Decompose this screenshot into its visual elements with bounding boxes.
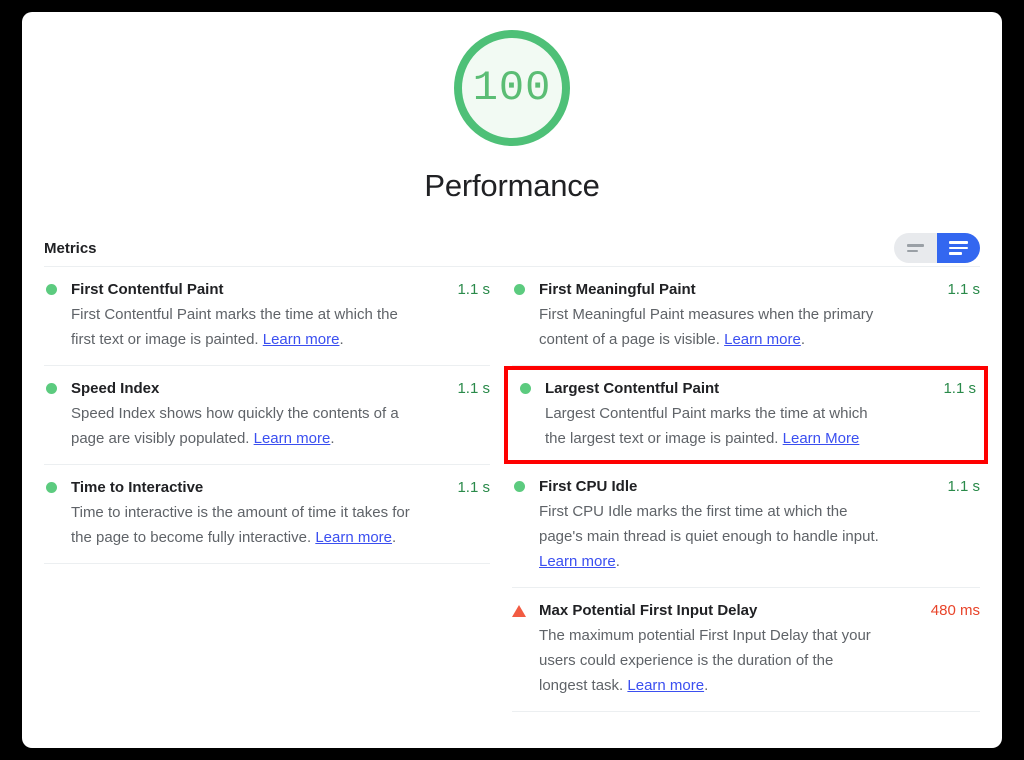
metric-description: First Contentful Paint marks the time at… xyxy=(71,306,398,348)
metric-status-icon-wrap xyxy=(512,284,526,295)
metric-name: Max Potential First Input Delay xyxy=(539,602,758,619)
metric-description: First Meaningful Paint measures when the… xyxy=(539,306,874,348)
metric-body: Time to Interactive Time to interactive i… xyxy=(71,478,445,550)
status-warning-triangle-icon xyxy=(512,605,526,617)
metric-name: Largest Contentful Paint xyxy=(545,380,720,397)
metric-status-icon-wrap xyxy=(44,482,58,493)
status-pass-dot-icon xyxy=(45,284,57,295)
status-pass-dot-icon xyxy=(513,284,525,295)
metric-item[interactable]: Time to Interactive Time to interactive i… xyxy=(44,465,490,564)
metric-description: Time to interactive is the amount of tim… xyxy=(71,504,410,546)
metric-body: Speed Index Speed Index shows how quickly… xyxy=(71,379,445,451)
metric-description: The maximum potential First Input Delay … xyxy=(539,627,871,694)
learn-more-link[interactable]: Learn more xyxy=(627,677,704,694)
metric-body: First Meaningful Paint First Meaningful P… xyxy=(539,280,935,352)
list-expanded-icon xyxy=(949,241,968,255)
metric-name: First CPU Idle xyxy=(539,478,638,495)
metric-row: Max Potential First Input Delay The maxim… xyxy=(512,601,980,698)
metric-description: First CPU Idle marks the first time at w… xyxy=(539,503,879,570)
metric-status-icon-wrap xyxy=(512,605,526,617)
list-compact-icon xyxy=(907,244,924,252)
metric-status-icon-wrap xyxy=(44,284,58,295)
metric-name: First Contentful Paint xyxy=(71,281,224,298)
learn-more-link[interactable]: Learn more xyxy=(254,430,331,447)
metric-row: First CPU Idle First CPU Idle marks the f… xyxy=(512,477,980,574)
metric-value: 1.1 s xyxy=(943,380,976,397)
metric-value: 1.1 s xyxy=(457,479,490,496)
learn-more-link[interactable]: Learn more xyxy=(315,529,392,546)
metric-description: Speed Index shows how quickly the conten… xyxy=(71,405,399,447)
status-pass-dot-icon xyxy=(45,482,57,493)
metric-status-icon-wrap xyxy=(512,481,526,492)
learn-more-link[interactable]: Learn More xyxy=(783,430,860,447)
metric-name: First Meaningful Paint xyxy=(539,281,696,298)
metric-item[interactable]: Max Potential First Input Delay The maxim… xyxy=(512,588,980,712)
toggle-expanded-view-button[interactable] xyxy=(937,233,980,263)
metric-name: Speed Index xyxy=(71,380,160,397)
metric-item[interactable]: First Contentful Paint First Contentful P… xyxy=(44,267,490,366)
metric-description: Largest Contentful Paint marks the time … xyxy=(545,405,868,447)
metric-body: First Contentful Paint First Contentful P… xyxy=(71,280,445,352)
metric-status-icon-wrap xyxy=(44,383,58,394)
metric-row: Largest Contentful Paint Largest Contentf… xyxy=(518,379,976,451)
lighthouse-report-card: 100 Performance Metrics First Contentful… xyxy=(22,12,1002,748)
learn-more-link[interactable]: Learn more xyxy=(263,331,340,348)
status-pass-dot-icon xyxy=(519,383,531,394)
metric-item[interactable]: First Meaningful Paint First Meaningful P… xyxy=(512,267,980,366)
metric-value: 1.1 s xyxy=(457,380,490,397)
metric-item[interactable]: Largest Contentful Paint Largest Contentf… xyxy=(504,366,988,464)
performance-score-gauge[interactable]: 100 xyxy=(454,30,570,146)
metric-name: Time to Interactive xyxy=(71,479,204,496)
status-pass-dot-icon xyxy=(513,481,525,492)
metric-row: Speed Index Speed Index shows how quickly… xyxy=(44,379,490,451)
toggle-collapsed-view-button[interactable] xyxy=(894,233,937,263)
metrics-column-right: First Meaningful Paint First Meaningful P… xyxy=(504,267,988,712)
metric-row: First Meaningful Paint First Meaningful P… xyxy=(512,280,980,352)
metric-row: Time to Interactive Time to interactive i… xyxy=(44,478,490,550)
metric-status-icon-wrap xyxy=(518,383,532,394)
metric-body: Largest Contentful Paint Largest Contentf… xyxy=(545,379,931,451)
metric-value: 1.1 s xyxy=(947,281,980,298)
metric-item[interactable]: Speed Index Speed Index shows how quickly… xyxy=(44,366,490,465)
metrics-header: Metrics xyxy=(44,230,980,266)
metrics-grid: First Contentful Paint First Contentful P… xyxy=(22,267,1002,712)
performance-score-area: 100 Performance xyxy=(22,12,1002,204)
metrics-column-left: First Contentful Paint First Contentful P… xyxy=(44,267,512,712)
view-mode-toggle[interactable] xyxy=(894,233,980,263)
metrics-section-label: Metrics xyxy=(44,239,97,257)
metric-value: 480 ms xyxy=(930,602,980,619)
metric-body: Max Potential First Input Delay The maxim… xyxy=(539,601,919,698)
metric-body: First CPU Idle First CPU Idle marks the f… xyxy=(539,477,935,574)
status-pass-dot-icon xyxy=(45,383,57,394)
learn-more-link[interactable]: Learn more xyxy=(724,331,801,348)
metric-value: 1.1 s xyxy=(457,281,490,298)
page-title: Performance xyxy=(424,168,600,203)
learn-more-link[interactable]: Learn more xyxy=(539,553,616,570)
metric-row: First Contentful Paint First Contentful P… xyxy=(44,280,490,352)
metric-value: 1.1 s xyxy=(947,478,980,495)
metric-item[interactable]: First CPU Idle First CPU Idle marks the f… xyxy=(512,464,980,588)
performance-score-value: 100 xyxy=(472,64,552,112)
